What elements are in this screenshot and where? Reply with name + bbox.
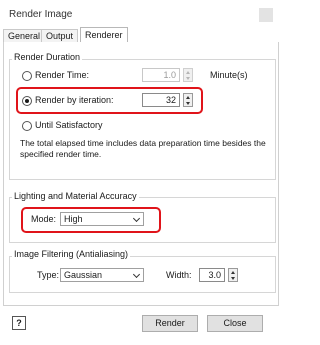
spin-down-icon [186,102,190,105]
chevron-down-icon [132,214,141,223]
close-button[interactable]: Close [207,315,263,332]
filter-width-input[interactable]: 3.0 [199,268,225,282]
width-label: Width: [166,270,192,280]
iteration-count-spinner[interactable] [183,93,193,107]
spin-up-icon [186,71,190,74]
render-by-iteration-radio[interactable] [22,96,32,106]
mode-value: High [64,214,83,224]
filter-width-spinner[interactable] [228,268,238,282]
render-duration-description: The total elapsed time includes data pre… [20,138,266,159]
until-satisfactory-label: Until Satisfactory [35,120,103,130]
tab-output[interactable]: Output [41,29,79,42]
render-by-iteration-label: Render by iteration: [35,95,114,105]
render-time-unit: Minute(s) [210,70,248,80]
spin-down-icon [231,277,235,280]
filtering-label: Image Filtering (Antialiasing) [12,249,131,259]
window-title: Render Image [9,9,73,20]
lighting-label: Lighting and Material Accuracy [12,191,139,201]
filter-type-value: Gaussian [64,270,103,280]
until-satisfactory-radio[interactable] [22,121,32,131]
render-button[interactable]: Render [142,315,198,332]
render-time-radio[interactable] [22,71,32,81]
render-time-label: Render Time: [35,70,90,80]
help-button[interactable]: ? [12,316,26,330]
filter-type-select[interactable]: Gaussian [60,268,144,282]
mode-label: Mode: [31,214,57,224]
spin-up-icon [231,271,235,274]
tab-renderer[interactable]: Renderer [80,27,128,43]
type-label: Type: [37,270,60,280]
chevron-down-icon [132,270,141,279]
mode-select[interactable]: High [60,212,144,226]
spin-down-icon [186,77,190,80]
render-duration-label: Render Duration [12,52,83,62]
render-time-input[interactable]: 1.0 [142,68,180,82]
close-window-button[interactable] [259,8,273,22]
render-time-spinner[interactable] [183,68,193,82]
spin-up-icon [186,96,190,99]
active-tab-gap [81,42,125,43]
tab-general[interactable]: General [3,29,46,42]
iteration-count-input[interactable]: 32 [142,93,180,107]
